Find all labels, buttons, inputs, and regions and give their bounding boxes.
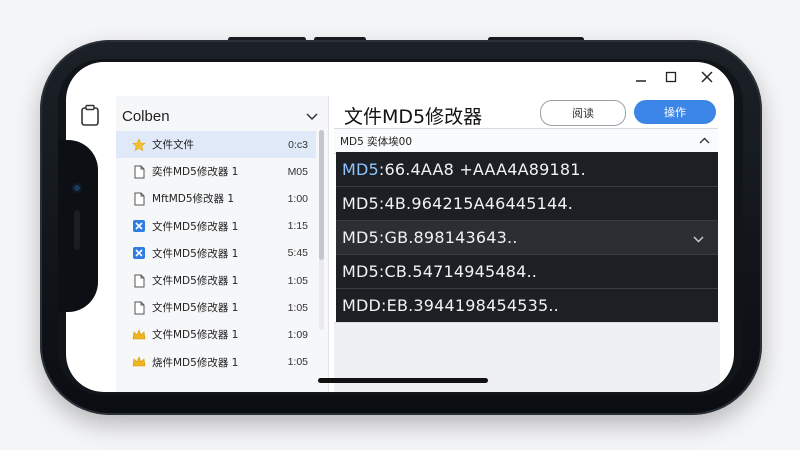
file-icon [132,274,146,288]
hash-prefix: MDD [342,295,382,315]
scrollbar-thumb[interactable] [319,130,324,260]
hash-text: MDD:EB.3944198454535.. [342,296,559,315]
hash-row[interactable]: MDD:EB.3944198454535.. [336,288,718,322]
md5-section-header[interactable]: MD5 奕体埃00 [334,128,718,154]
list-item-meta: 1:05 [287,301,308,314]
file-icon [132,192,146,206]
hash-text: MD5:4B.964215A46445144. [342,194,573,213]
window-titlebar [66,62,734,92]
list-item-name: 文件MD5修改器 1 [152,247,239,260]
list-item[interactable]: 文件MD5修改器 1 1:05 [116,294,316,321]
device-scene: Colben 文件文件 0:c3 奕件MD5修改器 1 M05 MftMD5修改器 1 1… [0,0,800,450]
list-item[interactable]: 文件MD5修改器 1 5:45 [116,240,316,267]
hash-prefix: MD5 [342,159,379,179]
hash-value: :EB.3944198454535.. [381,295,559,315]
hash-row-divider [336,288,718,289]
list-item-name: 文件MD5修改器 1 [152,220,239,233]
hash-row-divider [336,186,718,187]
hash-prefix: MD5 [342,261,379,281]
list-item[interactable]: 烧件MD5修改器 1 1:05 [116,349,316,376]
hash-list-panel: MD5:66.4AA8 +AAA4A89181. MD5:4B.964215A46… [336,152,718,322]
list-item[interactable]: 文件文件 0:c3 [116,131,316,159]
file-sidebar: Colben 文件文件 0:c3 奕件MD5修改器 1 M05 MftMD5修改器 1 1… [116,96,329,392]
hash-text: MD5:66.4AA8 +AAA4A89181. [342,160,586,179]
list-item-name: 文件文件 [152,139,194,152]
list-item-meta: 1:05 [287,356,308,369]
list-item-meta: 1:09 [287,328,308,341]
checkbox-icon [132,219,146,233]
list-item-meta: 0:c3 [288,138,308,151]
hash-value: :4B.964215A46445144. [378,193,574,213]
list-item[interactable]: MftMD5修改器 1 1:00 [116,185,316,212]
hash-value: :GB.898143643.. [378,227,518,247]
star-folder-icon [132,137,146,152]
list-item[interactable]: 文件MD5修改器 1 1:15 [116,213,316,240]
list-item-name: MftMD5修改器 1 [152,193,235,206]
chevron-up-icon[interactable] [699,135,710,147]
list-item-name: 文件MD5修改器 1 [152,302,239,315]
hash-text: MD5:GB.898143643.. [342,228,518,247]
list-item[interactable]: 文件MD5修改器 1 1:09 [116,321,316,348]
file-icon [132,301,146,315]
hash-row[interactable]: MD5:4B.964215A46445144. [336,186,718,220]
read-button[interactable]: 阅读 [540,100,626,126]
page-title: 文件MD5修改器 [344,106,483,128]
hash-value: :66.4AA8 +AAA4A89181. [378,159,586,179]
list-item[interactable]: 文件MD5修改器 1 1:05 [116,267,316,294]
crown-icon [132,355,146,369]
list-item-name: 烧件MD5修改器 1 [152,356,239,369]
file-icon [132,165,146,179]
list-item-meta: 1:15 [287,220,308,233]
hash-row-divider [336,254,718,255]
clipboard-icon[interactable] [80,104,100,126]
hash-prefix: MD5 [342,227,379,247]
home-indicator[interactable] [318,378,488,383]
close-icon[interactable] [696,66,718,88]
list-item-meta: 1:00 [287,192,308,205]
earpiece-speaker [74,210,80,250]
front-camera [72,183,82,193]
sidebar-header[interactable]: Colben [122,104,318,128]
list-item-name: 奕件MD5修改器 1 [152,166,239,179]
chevron-down-icon[interactable] [306,108,318,125]
hash-prefix: MD5 [342,193,379,213]
section-label: MD5 奕体埃00 [340,135,413,148]
hash-row[interactable]: MD5:GB.898143643.. [336,220,718,254]
hash-row-divider [336,220,718,221]
maximize-icon[interactable] [660,66,682,88]
app-window: Colben 文件文件 0:c3 奕件MD5修改器 1 M05 MftMD5修改器 1 1… [66,62,734,392]
chevron-down-icon[interactable] [693,228,704,247]
file-list: 文件文件 0:c3 奕件MD5修改器 1 M05 MftMD5修改器 1 1:00 文件MD… [116,131,316,376]
action-button[interactable]: 操作 [634,100,716,124]
list-item-name: 文件MD5修改器 1 [152,329,239,342]
list-item-meta: 5:45 [287,247,308,260]
hash-row[interactable]: MD5:66.4AA8 +AAA4A89181. [336,152,718,186]
list-item-name: 文件MD5修改器 1 [152,275,239,288]
list-item-meta: 1:05 [287,274,308,287]
checkbox-icon [132,246,146,260]
minimize-icon[interactable] [630,66,652,88]
hash-value: :CB.54714945484.. [378,261,538,281]
sidebar-title: Colben [122,107,170,125]
list-item-meta: M05 [287,165,308,178]
crown-icon [132,328,146,342]
list-item[interactable]: 奕件MD5修改器 1 M05 [116,158,316,185]
hash-text: MD5:CB.54714945484.. [342,262,537,281]
hash-row[interactable]: MD5:CB.54714945484.. [336,254,718,288]
